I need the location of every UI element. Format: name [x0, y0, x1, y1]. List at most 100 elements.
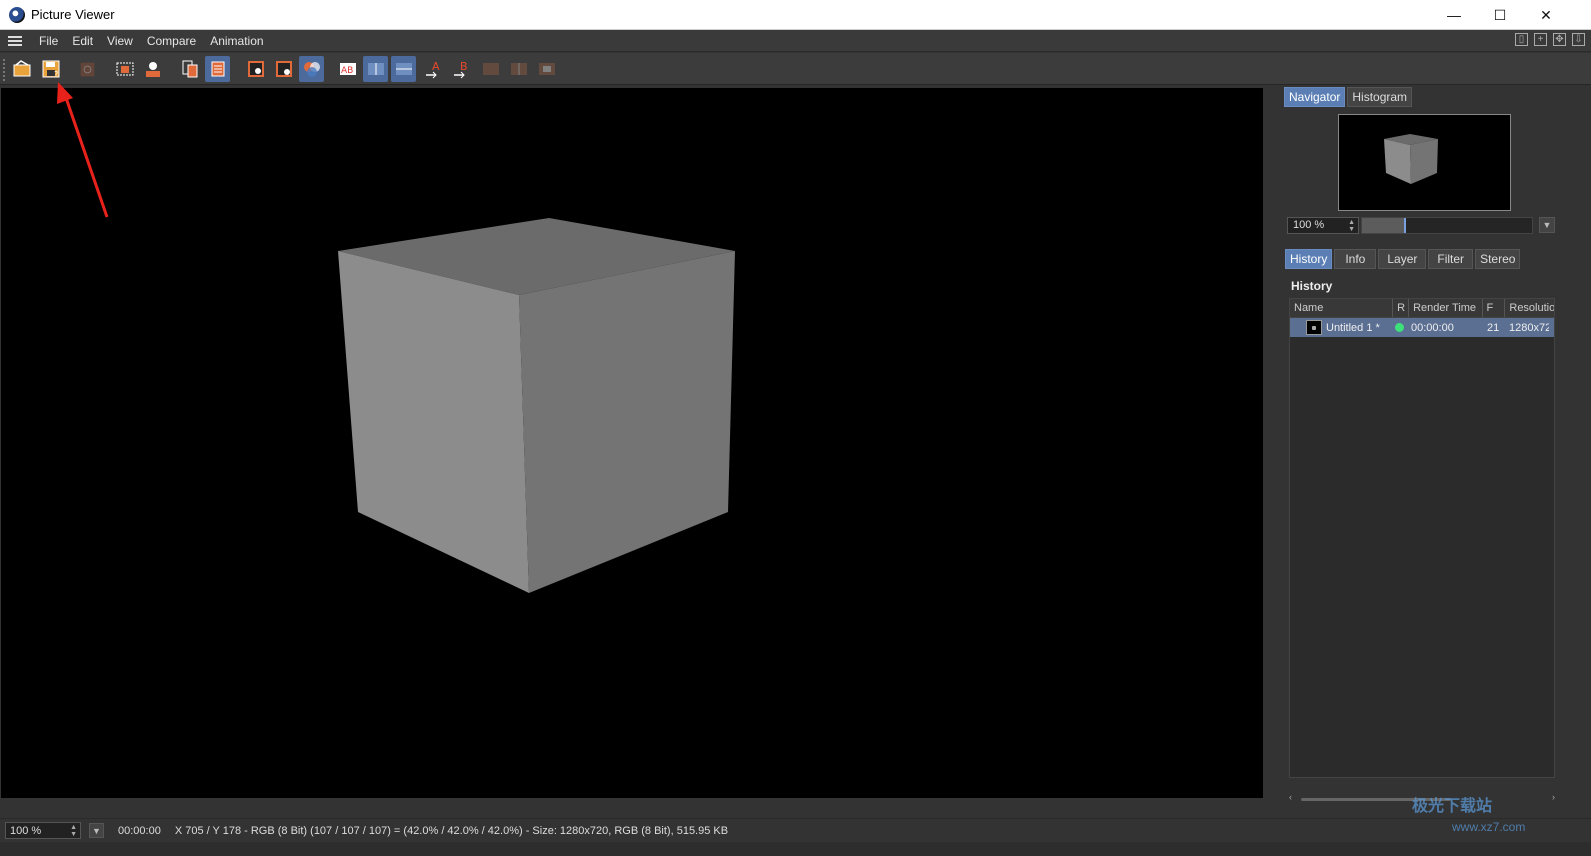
history-header-row: Name R Render Time F Resolutio: [1290, 299, 1554, 318]
spinner-arrows-icon[interactable]: ▲ ▼: [70, 824, 77, 838]
status-bar: 100 % ▲ ▼ ▼ 00:00:00 X 705 / Y 178 - RGB …: [0, 818, 1591, 842]
zoom-slider-fill: [1362, 217, 1405, 233]
chevron-down-icon[interactable]: ▼: [89, 823, 104, 838]
toolbar: ? AB A B: [0, 53, 1591, 85]
new-panel-icon[interactable]: +: [1534, 33, 1547, 46]
display-mode-a-icon: [247, 61, 264, 77]
navigator-preview[interactable]: [1338, 114, 1511, 211]
navigator-tabs: Navigator Histogram: [1284, 87, 1413, 107]
navigator-zoom-slider[interactable]: [1361, 216, 1533, 234]
set-b-button[interactable]: B: [449, 56, 474, 82]
ab-compare-button[interactable]: AB: [335, 56, 360, 82]
close-button[interactable]: ✕: [1523, 0, 1569, 30]
toolbar-grip[interactable]: [3, 59, 6, 81]
dock-panel-icon[interactable]: ⇩: [1572, 33, 1585, 46]
copy-frame-icon: [182, 60, 197, 78]
status-pixel-info: X 705 / Y 178 - RGB (8 Bit) (107 / 107 /…: [174, 824, 729, 837]
menu-edit[interactable]: Edit: [65, 34, 100, 48]
ab-split-vertical-button[interactable]: [391, 56, 416, 82]
menu-animation[interactable]: Animation: [203, 34, 270, 48]
maximize-button[interactable]: ☐: [1477, 0, 1523, 30]
history-table: Name R Render Time F Resolutio Untitled …: [1289, 298, 1555, 778]
navigator-zoom-row: 100 % ▲ ▼ ▼: [1287, 216, 1562, 234]
set-a-icon: A: [425, 60, 440, 79]
swap-ab-button[interactable]: [478, 56, 503, 82]
tab-histogram[interactable]: Histogram: [1347, 87, 1413, 107]
history-heading: History: [1291, 279, 1333, 293]
scroll-right-icon[interactable]: ›: [1552, 792, 1555, 802]
watermark-logo: 极光下载站: [1412, 798, 1493, 815]
set-b-icon: B: [453, 60, 468, 79]
stack-button[interactable]: [205, 56, 230, 82]
svg-text:AB: AB: [341, 66, 353, 76]
hamburger-menu-icon[interactable]: [8, 35, 22, 46]
right-panel: Navigator Histogram 100 % ▲ ▼ ▼ History I…: [1282, 86, 1565, 814]
menu-bar: File Edit View Compare Animation ▯ + ✥ ⇩: [0, 30, 1591, 52]
navigator-zoom-field[interactable]: 100 % ▲ ▼: [1287, 216, 1359, 234]
save-button[interactable]: ?: [38, 56, 63, 82]
column-r[interactable]: R: [1393, 299, 1410, 317]
render-status-dot: [1395, 323, 1404, 332]
render-viewport[interactable]: [1, 88, 1263, 798]
tab-navigator[interactable]: Navigator: [1284, 87, 1346, 107]
ab-split-vertical-icon: [395, 63, 412, 75]
display-mode-b-button[interactable]: [271, 56, 296, 82]
zoom-slider-thumb[interactable]: [1403, 217, 1406, 233]
swap-ab-icon: [482, 63, 499, 75]
status-zoom-value: 100 %: [10, 824, 42, 837]
open-button[interactable]: [9, 56, 34, 82]
save-icon: ?: [42, 60, 59, 79]
display-mode-c-icon: [303, 62, 320, 77]
user-render-button[interactable]: [140, 56, 165, 82]
watermark-url: www.xz7.com: [1452, 820, 1526, 834]
spinner-arrows-icon[interactable]: ▲ ▼: [1348, 219, 1355, 233]
region-render-button[interactable]: [112, 56, 137, 82]
compare-left-button[interactable]: [506, 56, 531, 82]
stack-icon: [211, 61, 224, 77]
tab-filter[interactable]: Filter: [1428, 249, 1474, 269]
tab-stereo[interactable]: Stereo: [1475, 249, 1521, 269]
tab-history[interactable]: History: [1285, 249, 1333, 269]
tab-info[interactable]: Info: [1334, 249, 1377, 269]
history-row-resolution: 1280x72: [1509, 321, 1549, 334]
column-render-time[interactable]: Render Time: [1409, 299, 1483, 317]
set-a-button[interactable]: A: [421, 56, 446, 82]
stop-render-icon: [80, 62, 95, 76]
tab-layer[interactable]: Layer: [1378, 249, 1427, 269]
display-mode-a-button[interactable]: [243, 56, 268, 82]
compare-left-icon: [510, 63, 527, 75]
history-thumbnail: [1306, 320, 1322, 335]
compare-right-icon: [538, 63, 555, 75]
scroll-left-icon[interactable]: ‹: [1289, 792, 1292, 802]
bottom-strip: [0, 842, 1591, 856]
title-bar: Picture Viewer — ☐ ✕: [0, 0, 1591, 30]
svg-text:A: A: [432, 60, 440, 73]
window-title: Picture Viewer: [31, 7, 115, 22]
panel-tabs: History Info Layer Filter Stereo: [1285, 249, 1521, 269]
column-frames[interactable]: F: [1483, 299, 1506, 317]
column-resolution[interactable]: Resolutio: [1505, 299, 1554, 317]
svg-text:?: ?: [54, 70, 58, 79]
copy-frame-button[interactable]: [177, 56, 202, 82]
history-row-name: Untitled 1 *: [1326, 321, 1380, 334]
column-name[interactable]: Name: [1290, 299, 1394, 317]
chevron-down-icon[interactable]: ▼: [1539, 217, 1555, 233]
status-zoom-field[interactable]: 100 % ▲ ▼: [5, 822, 81, 839]
history-row[interactable]: Untitled 1 * 00:00:00 21 1280x72: [1290, 318, 1554, 337]
svg-text:B: B: [460, 60, 468, 73]
panel-layout-icon[interactable]: ▯: [1515, 33, 1528, 46]
ab-split-horizontal-button[interactable]: [363, 56, 388, 82]
stop-render-button[interactable]: [75, 56, 100, 82]
menu-file[interactable]: File: [32, 34, 65, 48]
move-panel-icon[interactable]: ✥: [1553, 33, 1566, 46]
menu-view[interactable]: View: [100, 34, 140, 48]
history-row-frames: 21: [1487, 321, 1500, 334]
display-mode-c-button[interactable]: [299, 56, 324, 82]
minimize-button[interactable]: —: [1431, 0, 1477, 30]
ab-compare-icon: AB: [339, 63, 356, 76]
compare-right-button[interactable]: [534, 56, 559, 82]
ab-split-horizontal-icon: [367, 63, 384, 75]
menu-compare[interactable]: Compare: [140, 34, 203, 48]
user-render-icon: [145, 62, 160, 77]
rendered-cube-image: [338, 218, 735, 593]
